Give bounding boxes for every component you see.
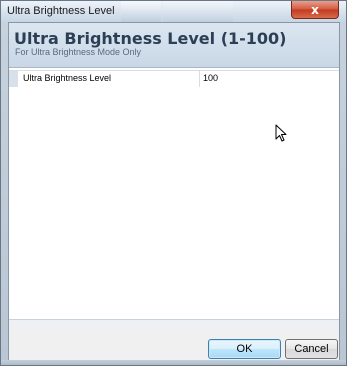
close-button[interactable]: x	[291, 1, 339, 19]
property-value-field[interactable]: 100	[203, 73, 218, 83]
button-bar: OK Cancel	[8, 329, 340, 360]
title-bar[interactable]: Ultra Brightness Level x	[1, 1, 346, 22]
window-frame-bottom	[1, 360, 346, 365]
dialog-header: Ultra Brightness Level (1-100) For Ultra…	[9, 23, 339, 68]
property-grid-margin	[9, 71, 18, 87]
title-bar-glass-decoration	[121, 1, 161, 22]
ok-button[interactable]: OK	[208, 339, 281, 359]
dialog-window: Ultra Brightness Level x Ultra Brightnes…	[0, 0, 347, 366]
title-bar-glass-decoration	[163, 1, 233, 22]
dialog-content: Ultra Brightness Level (1-100) For Ultra…	[8, 22, 340, 360]
window-title: Ultra Brightness Level	[7, 5, 115, 17]
property-grid-divider[interactable]	[199, 71, 200, 87]
window-frame-left	[1, 22, 8, 365]
page-subtitle: For Ultra Brightness Mode Only	[15, 47, 142, 57]
mouse-pointer-icon	[275, 124, 287, 142]
property-name: Ultra Brightness Level	[23, 73, 112, 83]
page-title: Ultra Brightness Level (1-100)	[14, 29, 287, 48]
property-grid-row[interactable]: Ultra Brightness Level 100	[9, 70, 339, 88]
cancel-button[interactable]: Cancel	[285, 339, 338, 359]
window-frame-right	[340, 22, 346, 365]
property-grid-empty-area	[9, 87, 339, 319]
close-icon: x	[311, 2, 319, 17]
